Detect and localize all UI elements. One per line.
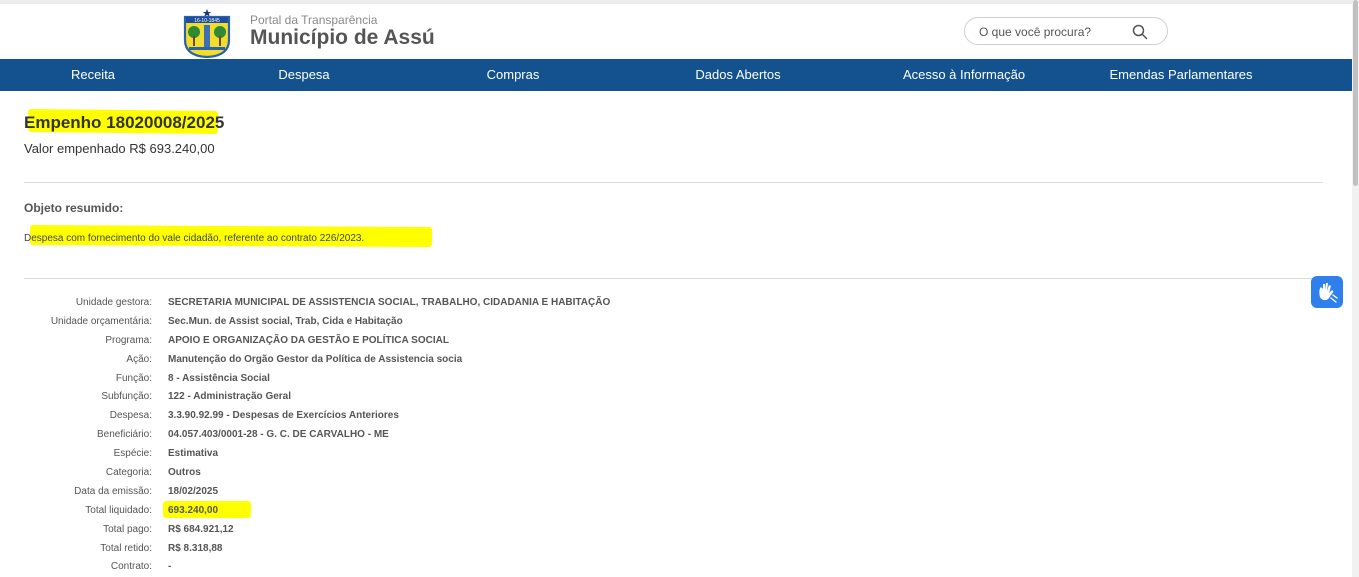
detail-label: Ação: — [126, 353, 152, 365]
municipal-crest-logo[interactable]: 16-10-1845 — [183, 8, 231, 59]
detail-row-contrato: Contrato: - — [0, 558, 700, 577]
detail-value: Estimativa — [168, 448, 219, 460]
search-input[interactable] — [979, 24, 1129, 40]
detail-row-subfuncao: Subfunção: 122 - Administração Geral — [0, 388, 700, 407]
detail-label: Despesa: — [109, 410, 152, 422]
section-divider — [24, 182, 1323, 183]
detail-row-unidade-orcamentaria: Unidade orçamentária: Sec.Mun. de Assist… — [0, 313, 700, 332]
detail-row-total-pago: Total pago: R$ 684.921,12 — [0, 521, 700, 540]
detail-row-total-retido: Total retido: R$ 8.318,88 — [0, 540, 700, 559]
portal-subtitle: Portal da Transparência — [250, 13, 378, 27]
municipality-title[interactable]: Município de Assú — [250, 26, 435, 50]
search-box[interactable] — [964, 17, 1168, 45]
detail-value: 8 - Assistência Social — [168, 372, 270, 384]
logo-date-text: 16-10-1845 — [194, 18, 220, 24]
detail-value: R$ 684.921,12 — [168, 523, 234, 535]
detail-label: Contrato: — [110, 561, 152, 573]
detail-row-despesa: Despesa: 3.3.90.92.99 - Despesas de Exer… — [0, 407, 700, 426]
valor-empenhado: Valor empenhado R$ 693.240,00 — [24, 141, 215, 156]
detail-label: Total liquidado: — [85, 504, 152, 516]
detail-label: Beneficiário: — [96, 429, 152, 441]
detail-label: Função: — [115, 372, 152, 384]
main-navigation: Receita Despesa Compras Dados Abertos Ac… — [0, 59, 1352, 91]
detail-label: Programa: — [105, 334, 152, 346]
nav-acesso-informacao[interactable]: Acesso à Informação — [903, 59, 1025, 91]
detail-row-funcao: Função: 8 - Assistência Social — [0, 370, 700, 389]
nav-dados-abertos[interactable]: Dados Abertos — [695, 59, 780, 91]
nav-receita[interactable]: Receita — [71, 59, 115, 91]
page-scrollbar[interactable] — [1352, 0, 1359, 577]
detail-value: 3.3.90.92.99 - Despesas de Exercícios An… — [168, 410, 399, 422]
detail-value: - — [168, 561, 172, 573]
details-list: Unidade gestora: SECRETARIA MUNICIPAL DE… — [0, 294, 700, 577]
detail-value: Outros — [168, 467, 201, 479]
detail-value: 18/02/2025 — [168, 485, 219, 497]
detail-label: Subfunção: — [101, 391, 152, 403]
nav-emendas-parlamentares[interactable]: Emendas Parlamentares — [1109, 59, 1252, 91]
sign-language-icon — [1319, 283, 1338, 303]
detail-label: Total retido: — [100, 542, 152, 554]
empenho-title: Empenho 18020008/2025 — [24, 113, 225, 132]
detail-label: Espécie: — [113, 448, 152, 460]
detail-row-categoria: Categoria: Outros — [0, 464, 700, 483]
nav-despesa[interactable]: Despesa — [278, 59, 329, 91]
detail-label: Categoria: — [105, 467, 152, 479]
objeto-resumido-text: Despesa com fornecimento do vale cidadão… — [24, 233, 365, 244]
scrollbar-thumb[interactable] — [1353, 0, 1358, 186]
sign-language-accessibility-button[interactable] — [1311, 276, 1343, 308]
detail-value: SECRETARIA MUNICIPAL DE ASSISTENCIA SOCI… — [168, 297, 611, 308]
nav-compras[interactable]: Compras — [487, 59, 540, 91]
site-header: 16-10-1845 Portal da Transparência Munic… — [0, 4, 1352, 59]
detail-row-beneficiario: Beneficiário: 04.057.403/0001-28 - G. C.… — [0, 426, 700, 445]
detail-row-especie: Espécie: Estimativa — [0, 445, 700, 464]
detail-row-unidade-gestora: Unidade gestora: SECRETARIA MUNICIPAL DE… — [0, 294, 700, 313]
detail-value: 122 - Administração Geral — [168, 391, 292, 403]
detail-label: Unidade gestora: — [75, 297, 152, 308]
detail-row-programa: Programa: APOIO E ORGANIZAÇÃO DA GESTÃO … — [0, 332, 700, 351]
detail-value: APOIO E ORGANIZAÇÃO DA GESTÃO E POLÍTICA… — [168, 334, 449, 346]
detail-label: Data da emissão: — [74, 485, 152, 497]
detail-label: Total pago: — [103, 523, 152, 535]
detail-value: R$ 8.318,88 — [168, 542, 223, 554]
search-icon[interactable] — [1131, 23, 1149, 41]
section-divider — [24, 278, 1323, 279]
detail-value: Sec.Mun. de Assist social, Trab, Cida e … — [168, 315, 403, 327]
objeto-resumido-label: Objeto resumido: — [24, 201, 124, 215]
detail-value: 04.057.403/0001-28 - G. C. DE CARVALHO -… — [168, 429, 389, 441]
detail-row-acao: Ação: Manutenção do Orgão Gestor da Polí… — [0, 351, 700, 370]
detail-row-total-liquidado: Total liquidado: 693.240,00 — [0, 502, 700, 521]
detail-row-data-emissao: Data da emissão: 18/02/2025 — [0, 483, 700, 502]
detail-value: 693.240,00 — [168, 504, 219, 516]
detail-value: Manutenção do Orgão Gestor da Política d… — [168, 353, 463, 365]
detail-label: Unidade orçamentária: — [50, 315, 152, 327]
